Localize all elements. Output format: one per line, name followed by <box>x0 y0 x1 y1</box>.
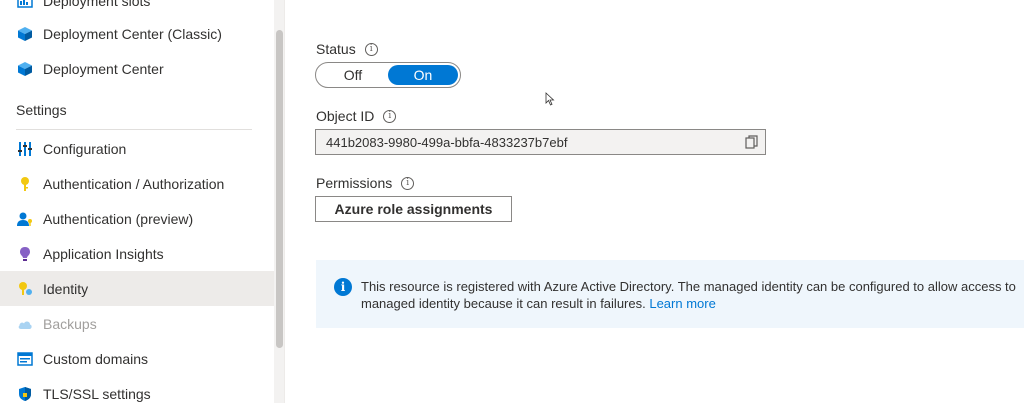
info-icon[interactable]: i <box>364 42 378 56</box>
section-divider <box>16 129 252 130</box>
sidebar-item-backups[interactable]: Backups <box>0 306 274 341</box>
sidebar-item-label: Application Insights <box>43 245 164 262</box>
learn-more-link[interactable]: Learn more <box>649 296 715 311</box>
sidebar-item-label: TLS/SSL settings <box>43 385 151 402</box>
cloud-icon <box>16 315 34 333</box>
sidebar-item-deployment-center-classic[interactable]: Deployment Center (Classic) <box>0 16 274 51</box>
sidebar: Deployment slots Deployment Center (Clas… <box>0 0 285 403</box>
sidebar-item-label: Authentication (preview) <box>43 210 194 227</box>
banner-line-1: This resource is registered with Azure A… <box>361 279 1016 294</box>
info-icon[interactable]: i <box>383 109 397 123</box>
sidebar-item-application-insights[interactable]: Application Insights <box>0 236 274 271</box>
permissions-label-row: Permissions i <box>316 175 415 191</box>
section-header-settings: Settings <box>16 102 67 118</box>
sidebar-item-label: Backups <box>43 315 97 332</box>
object-id-label-row: Object ID i <box>316 108 397 124</box>
status-label: Status <box>316 41 356 57</box>
sidebar-item-authentication-authorization[interactable]: Authentication / Authorization <box>0 166 274 201</box>
status-off-option[interactable]: Off <box>318 65 388 85</box>
sidebar-item-custom-domains[interactable]: Custom domains <box>0 341 274 376</box>
domain-icon <box>16 350 34 368</box>
sidebar-item-label: Configuration <box>43 140 127 157</box>
sidebar-item-label: Custom domains <box>43 350 149 367</box>
sidebar-item-tls-ssl-settings[interactable]: TLS/SSL settings <box>0 376 274 403</box>
object-id-field[interactable]: 441b2083-9980-499a-bbfa-4833237b7ebf <box>315 129 766 155</box>
copy-icon[interactable] <box>745 135 759 149</box>
mouse-cursor-icon <box>545 92 555 106</box>
object-id-label: Object ID <box>316 108 375 124</box>
sidebar-item-label: Deployment Center (Classic) <box>43 25 222 42</box>
shield-icon <box>16 385 34 403</box>
cube-icon <box>16 25 34 43</box>
deployment-slots-icon <box>16 0 34 10</box>
sidebar-item-authentication-preview[interactable]: Authentication (preview) <box>0 201 274 236</box>
status-toggle[interactable]: Off On <box>315 62 461 88</box>
status-on-option[interactable]: On <box>388 65 458 85</box>
sidebar-scrollbar-thumb[interactable] <box>276 30 283 348</box>
identity-key-icon <box>16 280 34 298</box>
banner-line-2-text: managed identity because it can result i… <box>361 296 646 311</box>
sidebar-item-label: Deployment slots <box>43 0 151 9</box>
cube-icon <box>16 60 34 78</box>
azure-role-assignments-button[interactable]: Azure role assignments <box>315 196 512 222</box>
sidebar-item-identity[interactable]: Identity <box>0 271 274 306</box>
sidebar-item-label: Deployment Center <box>43 60 164 77</box>
sidebar-item-deployment-center[interactable]: Deployment Center <box>0 51 274 86</box>
status-label-row: Status i <box>316 41 378 57</box>
user-key-icon <box>16 210 34 228</box>
key-icon <box>16 175 34 193</box>
info-icon[interactable]: i <box>401 176 415 190</box>
sidebar-item-label: Identity <box>43 280 89 297</box>
sidebar-item-configuration[interactable]: Configuration <box>0 131 274 166</box>
lightbulb-icon <box>16 245 34 263</box>
info-banner: i This resource is registered with Azure… <box>316 260 1024 328</box>
banner-line-2: managed identity because it can result i… <box>361 295 1024 312</box>
sliders-icon <box>16 140 34 158</box>
banner-text: This resource is registered with Azure A… <box>361 278 1024 312</box>
object-id-value: 441b2083-9980-499a-bbfa-4833237b7ebf <box>326 134 568 150</box>
info-circle-icon: i <box>334 278 352 296</box>
permissions-label: Permissions <box>316 175 393 191</box>
sidebar-item-label: Authentication / Authorization <box>43 175 225 192</box>
